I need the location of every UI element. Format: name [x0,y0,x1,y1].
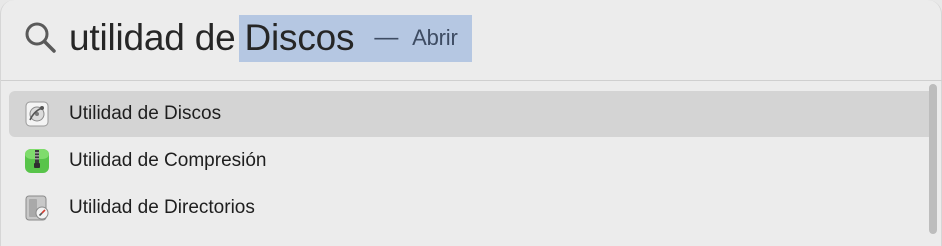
archive-utility-icon [25,149,49,173]
divider [1,80,942,81]
search-input[interactable]: utilidad de Discos — Abrir [69,14,472,62]
search-bar[interactable]: utilidad de Discos — Abrir [1,0,942,80]
results-scrollbar[interactable] [929,84,937,234]
search-icon [25,22,56,53]
disk-utility-icon [25,101,49,127]
search-typed-text: utilidad de [69,17,236,58]
result-label: Utilidad de Compresión [69,150,267,171]
search-completion: Discos — Abrir [238,14,472,62]
result-item-archive-utility[interactable]: Utilidad de Compresión [9,138,935,184]
result-label: Utilidad de Directorios [69,197,255,218]
results-list: Utilidad de Discos Utilidad de Compresió… [9,91,935,232]
result-item-disk-utility[interactable]: Utilidad de Discos [9,91,935,137]
directory-utility-icon [25,195,49,221]
completion-separator: — [374,24,399,51]
spotlight-panel: utilidad de Discos — Abrir Utilidad de D… [0,0,942,246]
result-item-directory-utility[interactable]: Utilidad de Directorios [9,185,935,231]
result-label: Utilidad de Discos [69,103,222,124]
open-action-label: Abrir [412,25,458,50]
completion-text: Discos [244,17,355,58]
